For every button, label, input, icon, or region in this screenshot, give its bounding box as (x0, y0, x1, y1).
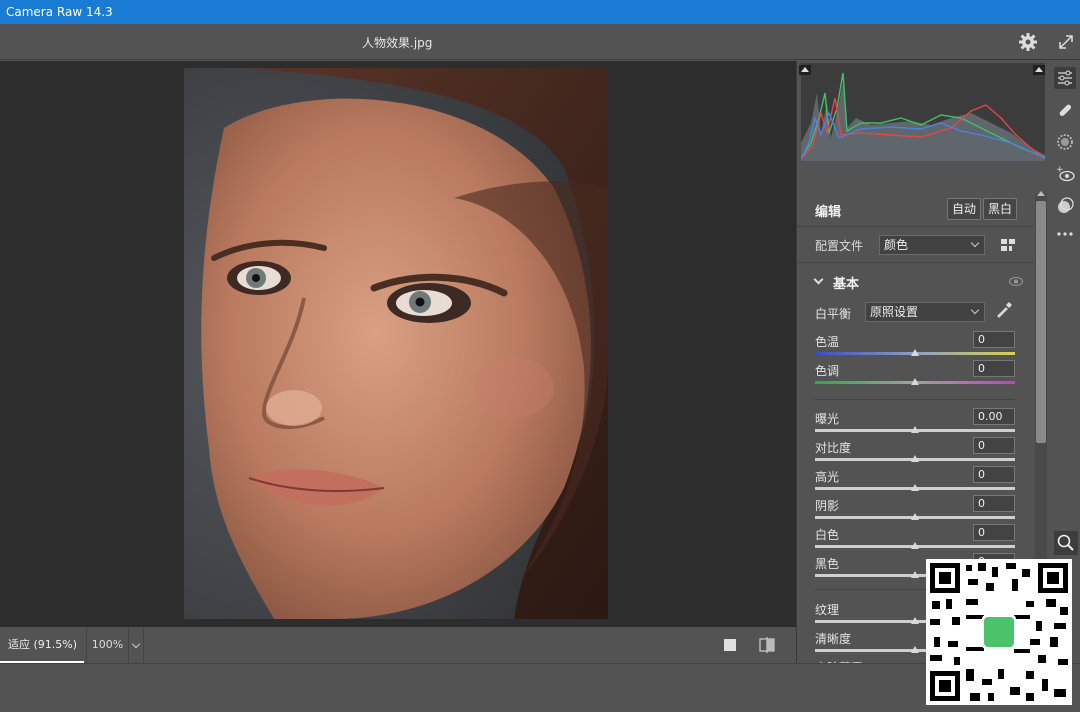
section-divider (815, 399, 1015, 400)
svg-text:+: + (1056, 165, 1064, 175)
slider-value-input[interactable]: 0 (973, 524, 1015, 541)
edit-title: 编辑 (815, 205, 842, 220)
zoom-icon[interactable] (1054, 531, 1078, 555)
window-title: Camera Raw 14.3 (0, 0, 1080, 24)
bottom-bar: 适应 (91.5%) 100% (0, 627, 796, 663)
slider-thumb[interactable] (911, 571, 919, 578)
slider-value-input[interactable]: 0 (973, 466, 1015, 483)
mask-icon[interactable] (1054, 131, 1076, 153)
slider-value-input[interactable]: 0.00 (973, 408, 1015, 425)
basic-section-header[interactable]: 基本 (797, 264, 1033, 298)
slider-value-input[interactable]: 0 (973, 495, 1015, 512)
basic-title: 基本 (833, 277, 860, 292)
sliders-icon[interactable] (1054, 67, 1076, 89)
slider-thumb[interactable] (911, 349, 919, 356)
slider-value-input[interactable]: 0 (973, 331, 1015, 348)
qr-code-image (926, 559, 1072, 705)
slider-value-input[interactable]: 0 (973, 437, 1015, 454)
image-canvas[interactable] (0, 61, 796, 627)
edit-header: 编辑 自动 黑白 (797, 191, 1033, 227)
redeye-icon[interactable]: + (1054, 163, 1076, 185)
single-view-icon[interactable] (724, 639, 736, 651)
slider-label: 色调 (815, 364, 840, 378)
white-balance-label: 白平衡 (815, 307, 852, 321)
portrait-image (184, 68, 608, 619)
slider-label: 白色 (815, 528, 840, 542)
chevron-down-icon[interactable] (813, 274, 824, 285)
auto-button[interactable]: 自动 (947, 198, 982, 220)
slider-label: 去除薄雾 (815, 659, 863, 663)
zoom-fit-button[interactable]: 适应 (91.5%) (0, 627, 84, 663)
status-bar (0, 663, 1080, 712)
zoom-dropdown[interactable] (128, 627, 144, 663)
slider-thumb[interactable] (911, 617, 919, 624)
white-balance-select[interactable]: 原照设置 (865, 302, 985, 322)
profile-select[interactable]: 颜色 (879, 235, 985, 255)
eyedropper-icon[interactable] (995, 301, 1013, 319)
photo-preview[interactable] (184, 68, 608, 619)
more-icon[interactable] (1054, 223, 1076, 245)
slider-label: 曝光 (815, 412, 840, 426)
slider-label: 对比度 (815, 441, 852, 455)
eye-icon[interactable] (1009, 277, 1023, 286)
gear-icon[interactable] (1018, 32, 1038, 52)
scroll-up-icon[interactable] (1037, 191, 1045, 196)
before-after-icon[interactable] (758, 636, 776, 654)
shadow-clipping-toggle[interactable] (799, 65, 811, 75)
zoom-100-button[interactable]: 100% (86, 627, 128, 663)
highlight-clipping-toggle[interactable] (1033, 65, 1045, 75)
profile-row: 配置文件 颜色 (797, 227, 1033, 263)
top-bar: 人物效果.jpg (0, 24, 1080, 60)
slider-thumb[interactable] (911, 484, 919, 491)
slider-label: 色温 (815, 335, 840, 349)
presets-icon[interactable] (1054, 195, 1076, 217)
slider-thumb[interactable] (911, 646, 919, 653)
slider-thumb[interactable] (911, 455, 919, 462)
slider-value-input[interactable]: 0 (973, 360, 1015, 377)
slider-label: 纹理 (815, 603, 840, 617)
slider-thumb[interactable] (911, 513, 919, 520)
profile-label: 配置文件 (815, 239, 864, 253)
expand-icon[interactable] (1056, 32, 1076, 52)
panel-scrollbar-thumb[interactable] (1036, 201, 1046, 443)
slider-label: 高光 (815, 470, 840, 484)
slider-label: 阴影 (815, 499, 840, 513)
healing-brush-icon[interactable] (1054, 99, 1076, 121)
slider-label: 清晰度 (815, 632, 852, 646)
slider-thumb[interactable] (911, 542, 919, 549)
file-name: 人物效果.jpg (362, 36, 433, 50)
slider-label: 黑色 (815, 557, 840, 571)
slider-thumb[interactable] (911, 426, 919, 433)
slider-thumb[interactable] (911, 378, 919, 385)
black-white-button[interactable]: 黑白 (983, 198, 1018, 220)
profile-browser-icon[interactable] (1001, 239, 1015, 251)
histogram-graph (800, 63, 1046, 161)
histogram (797, 61, 1048, 166)
